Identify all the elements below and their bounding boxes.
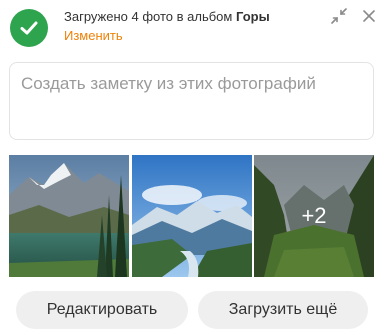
- change-album-link[interactable]: Изменить: [64, 28, 123, 44]
- upload-more-button[interactable]: Загрузить ещё: [198, 291, 368, 329]
- more-photos-count: +2: [254, 155, 374, 277]
- photo-thumbnail-valley[interactable]: [132, 155, 252, 277]
- upload-notification-header: Загружено 4 фото в альбом Горы Изменить: [0, 0, 391, 58]
- edit-button[interactable]: Редактировать: [16, 291, 188, 329]
- photo-thumbnail-lake[interactable]: [9, 155, 129, 277]
- close-icon[interactable]: [360, 7, 378, 25]
- collapse-icon[interactable]: [330, 7, 348, 25]
- upload-status-text: Загружено 4 фото в альбом Горы: [64, 9, 270, 25]
- photo-thumbnail-mountain-more[interactable]: +2: [254, 155, 374, 277]
- album-name-link[interactable]: Горы: [236, 9, 270, 24]
- note-input[interactable]: Создать заметку из этих фотографий: [9, 62, 374, 140]
- success-check-icon: [10, 9, 48, 47]
- status-prefix: Загружено 4 фото в альбом: [64, 9, 236, 24]
